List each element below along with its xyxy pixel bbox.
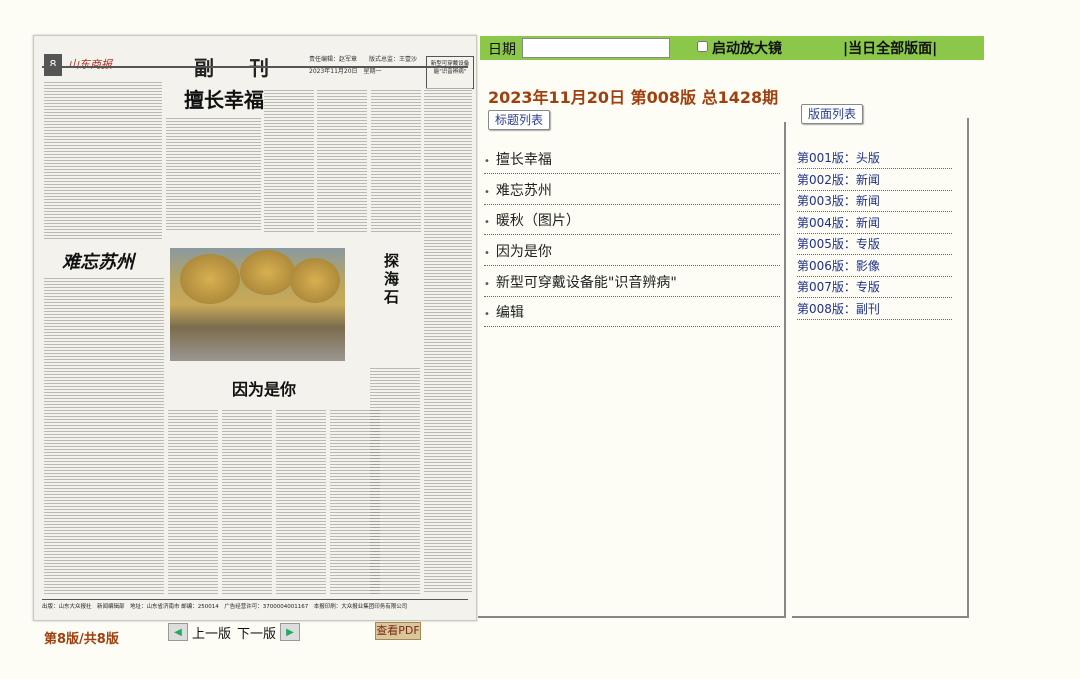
bullet-icon: • xyxy=(484,248,490,259)
page-list-item[interactable]: 第002版：新闻 xyxy=(797,170,952,191)
right-arrow-icon: ▶ xyxy=(280,623,301,641)
page-list-item[interactable]: 第004版：新闻 xyxy=(797,213,952,234)
view-pdf-button[interactable]: 查看PDF xyxy=(375,622,421,640)
article-headline[interactable]: 难忘苏州 xyxy=(62,248,134,274)
page-footer: 出版：山东大众报社 新闻编辑部 地址：山东省济南市 邮编：250014 广告经营… xyxy=(42,599,468,610)
bullet-icon: • xyxy=(484,279,490,290)
article-text-block[interactable] xyxy=(370,366,420,594)
title-list-item[interactable]: • 难忘苏州 xyxy=(484,179,780,205)
next-page-button[interactable]: 下一版 ▶ xyxy=(237,622,301,642)
tab-page-list[interactable]: 版面列表 xyxy=(801,104,864,124)
article-text-block[interactable] xyxy=(424,88,472,593)
newspaper-page-image[interactable]: 8 山东商报 副 刊 责任编辑：赵军章 版式总监：王壹沙 2023年11月20日… xyxy=(33,35,477,621)
article-headline[interactable]: 擅长幸福 xyxy=(184,84,264,113)
newspaper-photo[interactable] xyxy=(170,248,345,361)
page-header-rule xyxy=(42,42,468,68)
magnifier-checkbox[interactable] xyxy=(697,41,708,52)
article-text-block[interactable] xyxy=(168,408,218,594)
all-pages-link[interactable]: |当日全部版面| xyxy=(843,38,937,58)
page-info: 第8版/共8版 xyxy=(44,632,119,647)
issue-heading: 2023年11月20日 第008版 总1428期 xyxy=(488,88,779,107)
prev-page-label: 上一版 xyxy=(192,626,232,642)
prev-page-button[interactable]: ◀ 上一版 xyxy=(168,622,231,642)
column-title[interactable]: 探海石 xyxy=(384,252,400,306)
bullet-icon: • xyxy=(484,156,490,167)
article-text-block[interactable] xyxy=(371,88,421,233)
bullet-icon: • xyxy=(484,187,490,198)
left-arrow-icon: ◀ xyxy=(168,623,188,641)
magnifier-label[interactable]: 启动放大镜 xyxy=(712,38,782,58)
article-text-block[interactable] xyxy=(222,408,272,594)
next-page-label: 下一版 xyxy=(237,626,277,642)
article-headline[interactable]: 因为是你 xyxy=(232,376,296,400)
title-list-item[interactable]: • 暖秋（图片） xyxy=(484,209,780,235)
title-list-item[interactable]: • 编辑 xyxy=(484,301,780,327)
page-list-item[interactable]: 第008版：副刊 xyxy=(797,299,952,320)
page-list-item[interactable]: 第003版：新闻 xyxy=(797,191,952,212)
tab-title-list[interactable]: 标题列表 xyxy=(488,110,551,130)
article-text-block[interactable] xyxy=(317,88,367,233)
article-text-block[interactable] xyxy=(166,116,261,231)
article-text-block[interactable] xyxy=(276,408,326,594)
bullet-icon: • xyxy=(484,217,490,228)
title-list-item[interactable]: • 新型可穿戴设备能"识音辨病" xyxy=(484,271,780,297)
title-list-item[interactable]: • 擅长幸福 xyxy=(484,148,780,174)
date-label: 日期 xyxy=(488,42,516,58)
article-text-block[interactable] xyxy=(44,80,162,240)
article-text-block[interactable] xyxy=(44,276,164,594)
page-list-item[interactable]: 第007版：专版 xyxy=(797,277,952,298)
page-list-item[interactable]: 第005版：专版 xyxy=(797,234,952,255)
title-list-item[interactable]: • 因为是你 xyxy=(484,240,780,266)
date-input[interactable] xyxy=(522,38,670,58)
page-list-item[interactable]: 第001版：头版 xyxy=(797,148,952,169)
page-list-item[interactable]: 第006版：影像 xyxy=(797,256,952,277)
bullet-icon: • xyxy=(484,309,490,320)
article-text-block[interactable] xyxy=(264,88,314,233)
